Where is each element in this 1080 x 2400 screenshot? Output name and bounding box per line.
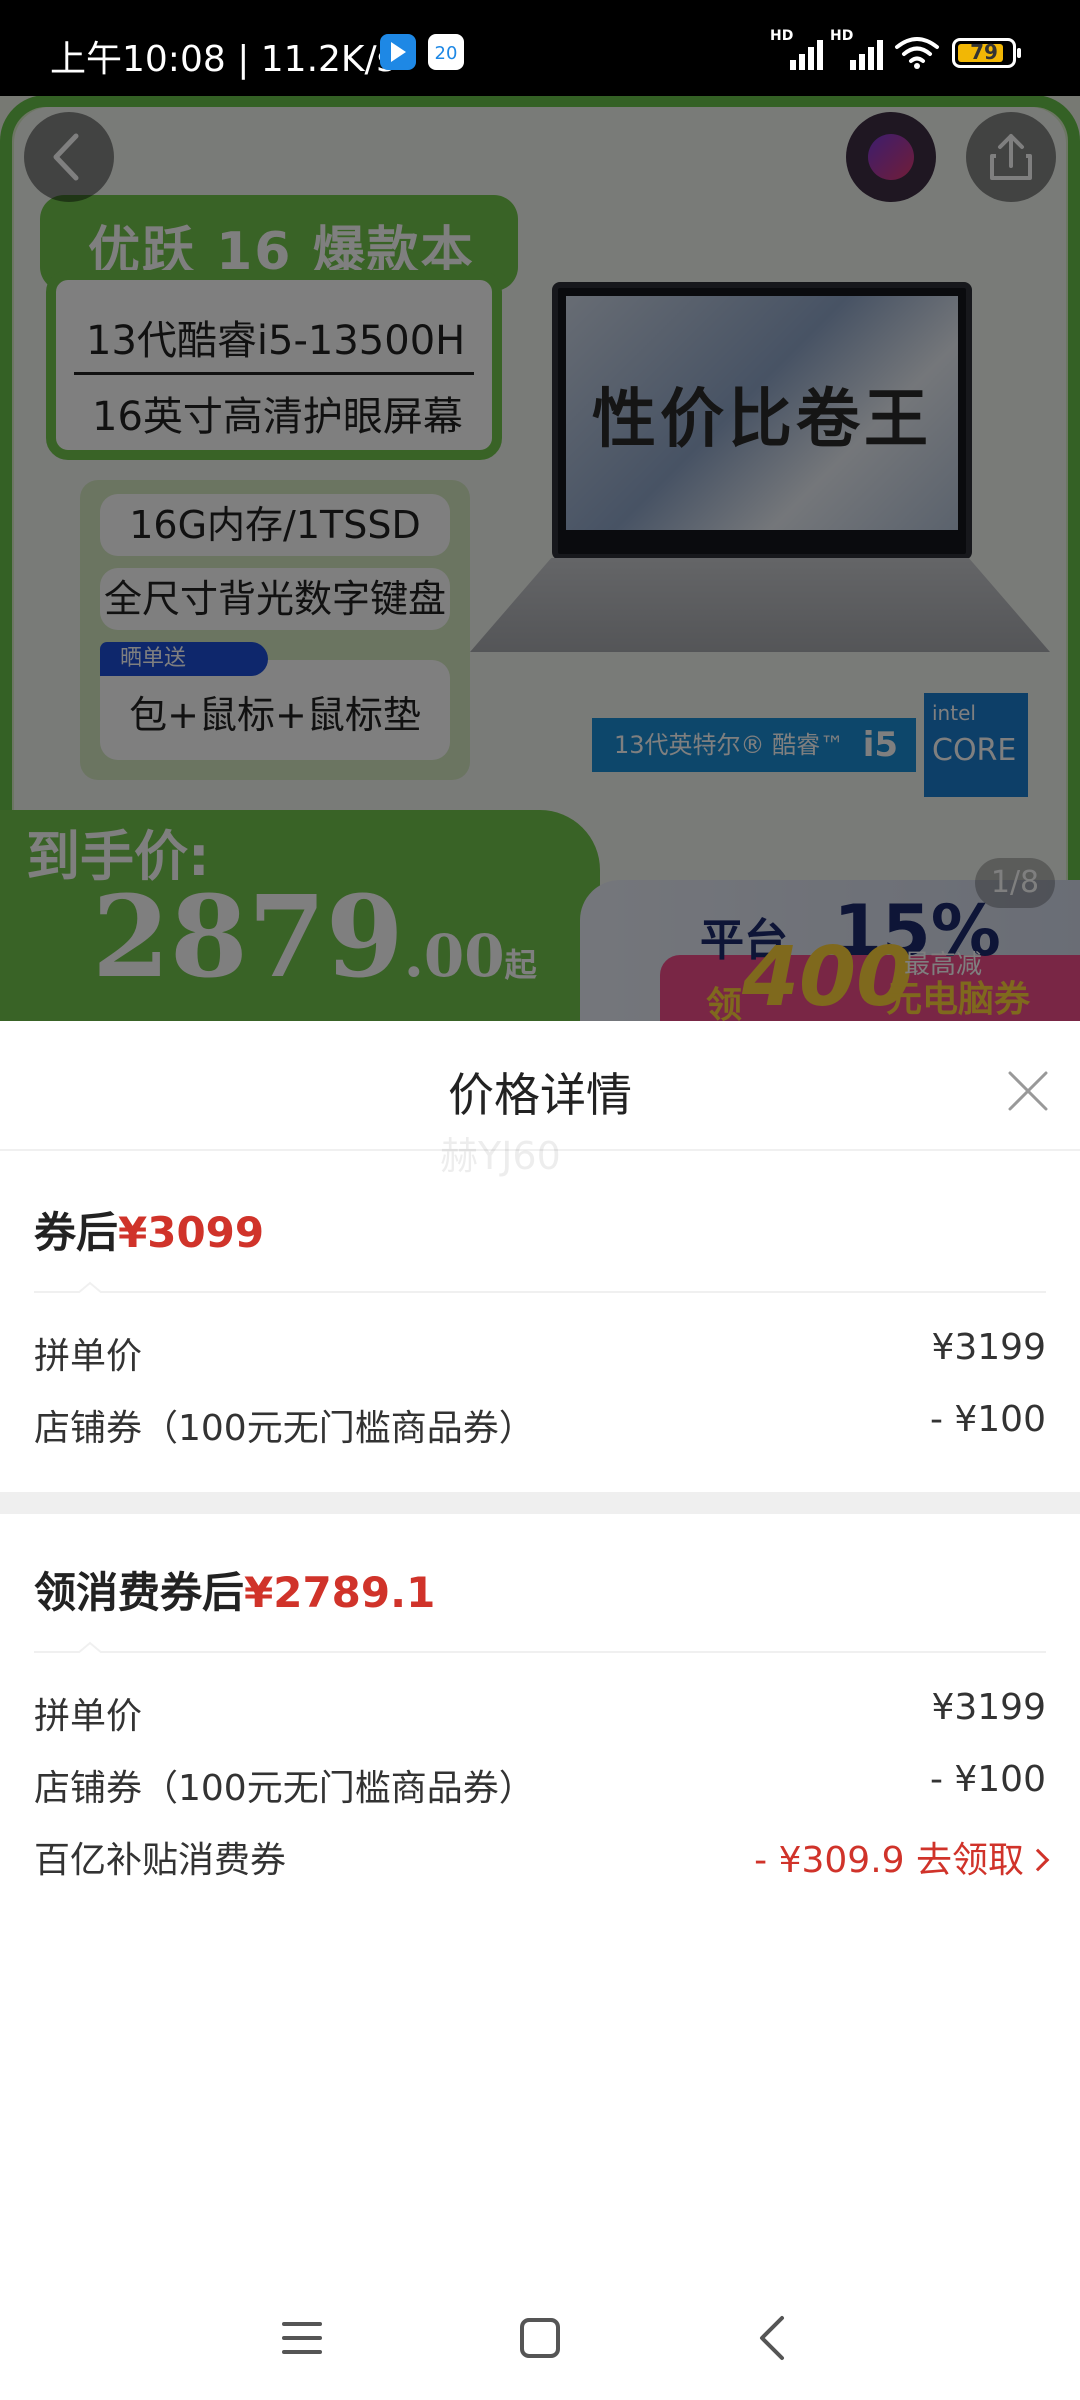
after-voucher-price: ¥2789.1 — [244, 1568, 436, 1617]
row-value: - ¥100 — [929, 1399, 1046, 1440]
row-value: ¥3199 — [931, 1687, 1046, 1728]
sheet-title: 价格详情 — [448, 1068, 632, 1122]
row-value: - ¥100 — [929, 1759, 1046, 1800]
recent-apps-button[interactable] — [262, 2298, 342, 2378]
claim-voucher-link[interactable]: - ¥309.9 去领取 — [754, 1831, 1050, 1883]
row-value: ¥3199 — [931, 1327, 1046, 1368]
after-coupon-price: ¥3099 — [118, 1208, 265, 1257]
product-image-area[interactable]: 优跃 16 爆款本 13代酷睿i5-13500H 16英寸高清护眼屏幕 16G内… — [0, 0, 1080, 1021]
coupon-row: 店铺券（100元无门槛商品券） - ¥100 — [34, 1393, 1046, 1449]
chevron-right-icon — [1026, 1848, 1050, 1872]
price-row: 拼单价 ¥3199 — [34, 1321, 1046, 1377]
row-label: 店铺券（100元无门槛商品券） — [34, 1768, 535, 1809]
row-label: 百亿补贴消费券 — [34, 1840, 287, 1881]
row-label: 拼单价 — [34, 1696, 143, 1737]
after-coupon-title: 券后¥3099 — [34, 1208, 265, 1257]
calendar-notification-icon: 20 — [428, 34, 464, 70]
status-time: 上午10:08 | 11.2K/s — [50, 39, 396, 80]
watermark: 赫YJ60 — [440, 1134, 561, 1178]
row-label: 店铺券（100元无门槛商品券） — [34, 1408, 535, 1449]
section-separator — [0, 1492, 1080, 1514]
status-bar: 上午10:08 | 11.2K/s 20 HD HD 79 — [0, 0, 1080, 96]
navigation-bar — [0, 2268, 1080, 2400]
home-button[interactable] — [500, 2298, 580, 2378]
menu-icon — [282, 2322, 322, 2354]
close-icon — [1008, 1071, 1048, 1111]
battery-icon: 79 — [952, 38, 1021, 68]
row-label: 拼单价 — [34, 1336, 143, 1377]
section1-divider — [34, 1291, 1046, 1293]
subsidy-voucher-row[interactable]: 百亿补贴消费券 - ¥309.9 去领取 — [34, 1825, 1050, 1883]
divider-notch — [78, 1641, 102, 1653]
system-back-button[interactable] — [734, 2298, 814, 2378]
home-square-icon — [520, 2318, 560, 2358]
divider-notch — [78, 1281, 102, 1293]
price-row: 拼单价 ¥3199 — [34, 1681, 1046, 1737]
after-voucher-title: 领消费券后¥2789.1 — [34, 1568, 436, 1617]
sheet-header: 价格详情 赫YJ60 — [0, 1021, 1080, 1178]
section2-divider — [34, 1651, 1046, 1653]
signal-icon: HD — [770, 28, 826, 72]
coupon-row: 店铺券（100元无门槛商品券） - ¥100 — [34, 1753, 1046, 1809]
signal-icon-2: HD — [830, 28, 886, 72]
close-button[interactable] — [1000, 1063, 1056, 1119]
app-notification-icon — [380, 34, 416, 70]
modal-backdrop[interactable] — [0, 0, 1080, 1021]
battery-level: 79 — [970, 40, 998, 64]
back-triangle-icon — [760, 2316, 784, 2360]
price-detail-sheet: 价格详情 赫YJ60 券后¥3099 拼单价 ¥3199 店铺券（100元无门槛… — [0, 1021, 1080, 2400]
wifi-icon — [895, 37, 939, 69]
